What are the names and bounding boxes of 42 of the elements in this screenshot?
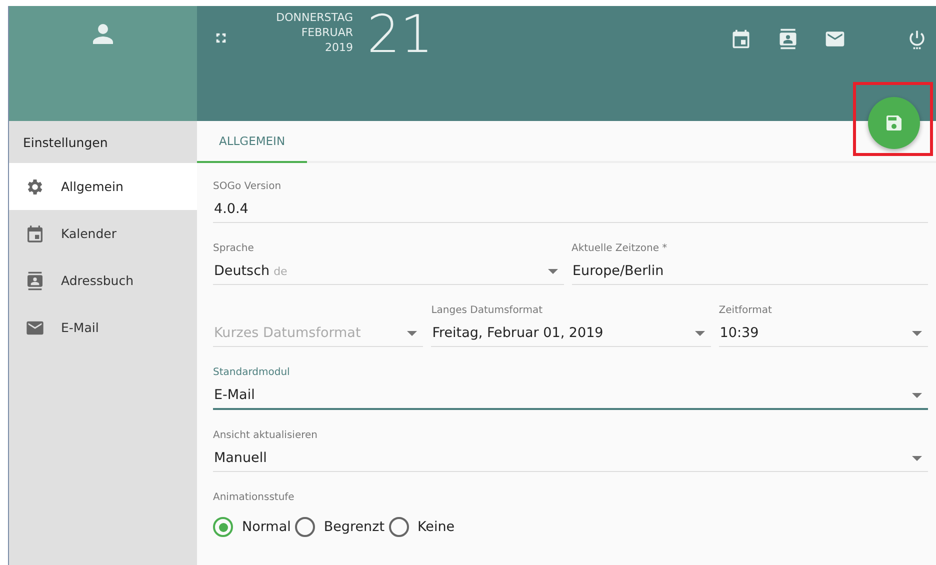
sidebar-title: Einstellungen <box>22 134 109 152</box>
select-field[interactable]: Freitag, Februar 01, 2019 <box>431 320 711 347</box>
sidebar-item[interactable]: Allgemein <box>9 163 197 210</box>
sidebar-item[interactable]: E-Mail <box>9 304 197 351</box>
radio-option[interactable]: Keine <box>388 517 455 537</box>
field-label: SOGo Version <box>213 181 282 192</box>
select-field[interactable]: 10:39 <box>718 320 928 347</box>
select-field[interactable]: Deutsch de <box>213 258 564 285</box>
caret-icon <box>912 456 922 460</box>
month-text: FEBRUAR <box>301 25 353 40</box>
field-label: Standardmodul <box>213 367 290 378</box>
input-field[interactable]: Europe/Berlin <box>572 258 928 285</box>
weekday-text: DONNERSTAG <box>276 10 353 25</box>
contact-card-icon <box>25 270 45 290</box>
field-label: Animationsstufe <box>213 492 294 503</box>
caret-icon <box>912 392 922 398</box>
year-text: 2019 <box>325 40 353 55</box>
field-label: Zeitformat <box>718 305 772 316</box>
select-field[interactable]: Manuell <box>213 445 928 472</box>
field-label: Sprache <box>213 243 254 254</box>
field-label: Langes Datumsformat <box>431 305 543 316</box>
radio-button[interactable] <box>294 517 315 537</box>
caret-icon <box>694 330 705 336</box>
radio-button[interactable] <box>213 517 233 537</box>
tab[interactable]: ALLGEMEIN <box>197 121 308 163</box>
input-field[interactable]: 4.0.4 <box>213 196 928 223</box>
caret-icon <box>548 268 558 274</box>
radio-button[interactable] <box>388 517 408 537</box>
sidebar-item[interactable]: Kalender <box>9 210 197 257</box>
radio-option[interactable]: Normal <box>213 517 291 537</box>
day-number: 21 <box>367 10 434 60</box>
contact-card-icon[interactable] <box>777 28 799 50</box>
calendar-icon[interactable] <box>730 28 752 50</box>
field-label: Ansicht aktualisieren <box>213 430 318 441</box>
radio-option[interactable]: Begrenzt <box>294 517 384 537</box>
caret-icon <box>407 330 418 336</box>
sidebar-item[interactable]: Adressbuch <box>9 257 197 304</box>
field-label: Aktuelle Zeitzone * <box>572 243 668 254</box>
caret-icon <box>912 330 922 336</box>
select-field[interactable]: E-Mail <box>213 382 928 410</box>
calendar-icon <box>25 224 45 244</box>
gear-icon <box>25 176 45 196</box>
